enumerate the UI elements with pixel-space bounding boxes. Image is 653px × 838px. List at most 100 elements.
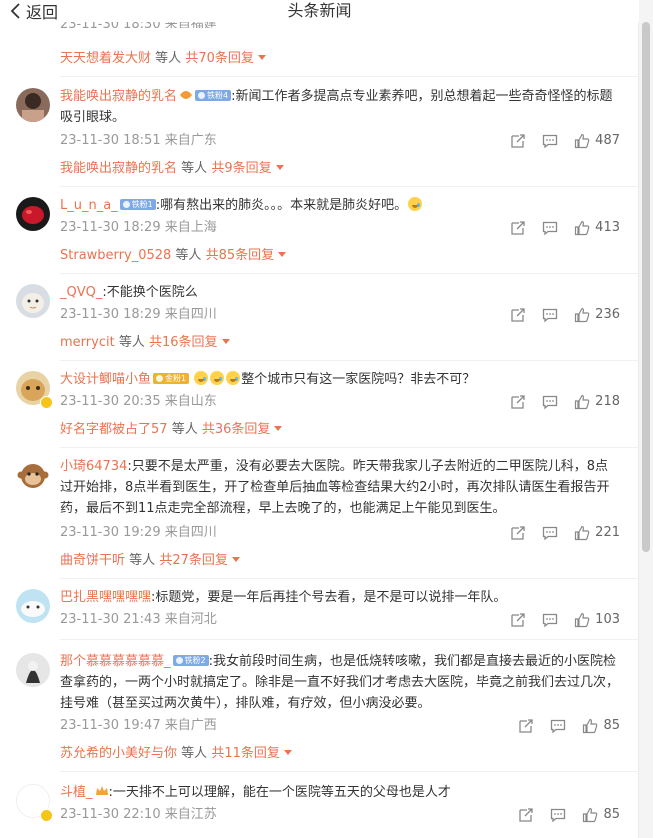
reply-suffix: 等人 bbox=[129, 553, 156, 568]
comment-body: L_u_n_a_ 铁粉1:哪有熬出来的肺炎。。。本来就是肺炎好吧。 bbox=[60, 195, 620, 216]
scrollbar-thumb[interactable] bbox=[642, 22, 650, 552]
fan-badge: 金粉1 bbox=[153, 373, 190, 384]
comment-meta: 23-11-30 18:51 来自广东 487 bbox=[60, 130, 620, 152]
share-icon[interactable] bbox=[510, 307, 526, 323]
comment-actions: 221 bbox=[510, 522, 620, 544]
share-icon[interactable] bbox=[518, 718, 534, 734]
divider bbox=[60, 578, 640, 579]
reply-count-link[interactable]: 共16条回复 bbox=[149, 335, 218, 350]
like-icon[interactable] bbox=[574, 394, 590, 410]
reply-username[interactable]: Strawberry_0528 bbox=[60, 248, 171, 263]
like-count: 103 bbox=[595, 612, 620, 627]
comment-time: 23-11-30 18:51 bbox=[60, 133, 161, 148]
reply-count-link[interactable]: 共9条回复 bbox=[211, 161, 271, 176]
comment-username[interactable]: 大设计鲫喵小鱼 bbox=[60, 372, 151, 387]
like-count: 218 bbox=[595, 394, 620, 409]
caret-down-icon bbox=[221, 339, 230, 344]
share-icon[interactable] bbox=[510, 394, 526, 410]
comment-username[interactable]: 巴扎黑嘿嘿嘿嘿 bbox=[60, 590, 151, 605]
reply-suffix: 等人 bbox=[181, 161, 208, 176]
reply-summary[interactable]: 曲奇饼干听 等人 共27条回复 bbox=[60, 550, 240, 572]
comment-icon[interactable] bbox=[542, 394, 558, 410]
avatar[interactable] bbox=[16, 653, 50, 687]
comment-text: :一天排不上可以理解，能在一个医院等五天的父母也是人才 bbox=[108, 785, 451, 800]
comment-actions: 218 bbox=[510, 391, 620, 413]
reply-summary[interactable]: Strawberry_0528 等人 共85条回复 bbox=[60, 245, 287, 267]
share-icon[interactable] bbox=[510, 612, 526, 628]
share-icon[interactable] bbox=[518, 807, 534, 823]
comment-username[interactable]: 那个慕慕慕慕慕慕_ bbox=[60, 654, 171, 669]
like-count: 85 bbox=[603, 718, 620, 733]
comment-location: 来自广西 bbox=[164, 718, 217, 733]
like-icon[interactable] bbox=[574, 307, 590, 323]
divider bbox=[60, 771, 640, 772]
reply-username[interactable]: 苏允希的小美好与你 bbox=[60, 746, 177, 761]
avatar[interactable] bbox=[16, 458, 50, 492]
comment-body: 巴扎黑嘿嘿嘿嘿:标题党，要是一年后再挂个号去看，是不是可以说排一年队。 bbox=[60, 587, 620, 608]
comment-icon[interactable] bbox=[542, 220, 558, 236]
comment-time: 23-11-30 18:29 bbox=[60, 307, 161, 322]
share-icon[interactable] bbox=[510, 525, 526, 541]
comment-icon[interactable] bbox=[542, 612, 558, 628]
crying-emoji-icon bbox=[210, 371, 225, 385]
comment-icon[interactable] bbox=[550, 807, 566, 823]
like-icon[interactable] bbox=[574, 220, 590, 236]
comment-text: 整个城市只有这一家医院吗？非去不可？ bbox=[241, 372, 476, 387]
reply-count-link[interactable]: 共36条回复 bbox=[202, 422, 271, 437]
comment-location: 来自山东 bbox=[164, 394, 217, 409]
reply-count-link[interactable]: 共70条回复 bbox=[185, 51, 254, 66]
share-icon[interactable] bbox=[510, 220, 526, 236]
reply-summary[interactable]: merrycit 等人 共16条回复 bbox=[60, 332, 230, 354]
reply-username[interactable]: 我能唤出寂静的乳名 bbox=[60, 161, 177, 176]
reply-summary[interactable]: 苏允希的小美好与你 等人 共11条回复 bbox=[60, 743, 292, 765]
like-icon[interactable] bbox=[582, 807, 598, 823]
comment-text: :不能换个医院么 bbox=[102, 285, 198, 300]
comment-username[interactable]: 小琦64734 bbox=[60, 459, 127, 474]
avatar[interactable] bbox=[16, 197, 50, 231]
comment-username[interactable]: 我能唤出寂静的乳名 bbox=[60, 89, 177, 104]
divider bbox=[60, 639, 640, 640]
reply-count-link[interactable]: 共27条回复 bbox=[159, 553, 228, 568]
caret-down-icon bbox=[278, 252, 287, 257]
share-icon[interactable] bbox=[510, 133, 526, 149]
avatar[interactable] bbox=[16, 284, 50, 318]
comment-icon[interactable] bbox=[542, 525, 558, 541]
like-icon[interactable] bbox=[574, 133, 590, 149]
reply-count-link[interactable]: 共85条回复 bbox=[206, 248, 275, 263]
comment-meta: 23-11-30 20:35 来自山东 218 bbox=[60, 391, 620, 413]
comment-location: 来自河北 bbox=[164, 612, 217, 627]
reply-username[interactable]: 天天想着发大财 bbox=[60, 51, 151, 66]
crying-emoji-icon bbox=[226, 371, 241, 385]
divider bbox=[60, 186, 640, 187]
reply-summary[interactable]: 好名字都被占了57 等人 共36条回复 bbox=[60, 419, 283, 441]
comment-username[interactable]: L_u_n_a_ bbox=[60, 198, 118, 213]
reply-username[interactable]: 曲奇饼干听 bbox=[60, 553, 125, 568]
comment-icon[interactable] bbox=[542, 133, 558, 149]
reply-summary[interactable]: 天天想着发大财 等人 共70条回复 bbox=[60, 48, 266, 70]
caret-down-icon bbox=[283, 750, 292, 755]
scrollbar[interactable] bbox=[638, 0, 653, 838]
reply-username[interactable]: merrycit bbox=[60, 335, 115, 350]
like-icon[interactable] bbox=[574, 525, 590, 541]
comment-location: 来自上海 bbox=[164, 220, 217, 235]
comment-username[interactable]: _QVQ_ bbox=[60, 285, 102, 300]
like-icon[interactable] bbox=[574, 612, 590, 628]
reply-summary[interactable]: 我能唤出寂静的乳名 等人 共9条回复 bbox=[60, 158, 284, 180]
comment-meta: 23-11-30 22:10 来自江苏 85 bbox=[60, 804, 620, 826]
avatar[interactable] bbox=[16, 589, 50, 623]
comment-username[interactable]: 斗植_ bbox=[60, 785, 93, 800]
comment-location: 来自广东 bbox=[164, 133, 217, 148]
comment-body: 大设计鲫喵小鱼 金粉1 整个城市只有这一家医院吗？非去不可？ bbox=[60, 369, 620, 390]
avatar[interactable] bbox=[16, 88, 50, 122]
reply-suffix: 等人 bbox=[155, 51, 182, 66]
comment-actions: 103 bbox=[510, 609, 620, 631]
comment-icon[interactable] bbox=[550, 718, 566, 734]
comment-icon[interactable] bbox=[542, 307, 558, 323]
caret-down-icon bbox=[231, 557, 240, 562]
divider bbox=[60, 360, 640, 361]
like-icon[interactable] bbox=[582, 718, 598, 734]
reply-username[interactable]: 好名字都被占了57 bbox=[60, 422, 168, 437]
reply-count-link[interactable]: 共11条回复 bbox=[211, 746, 280, 761]
comment-meta: 23-11-30 18:29 来自上海 413 bbox=[60, 217, 620, 239]
comment-actions: 85 bbox=[518, 804, 620, 826]
